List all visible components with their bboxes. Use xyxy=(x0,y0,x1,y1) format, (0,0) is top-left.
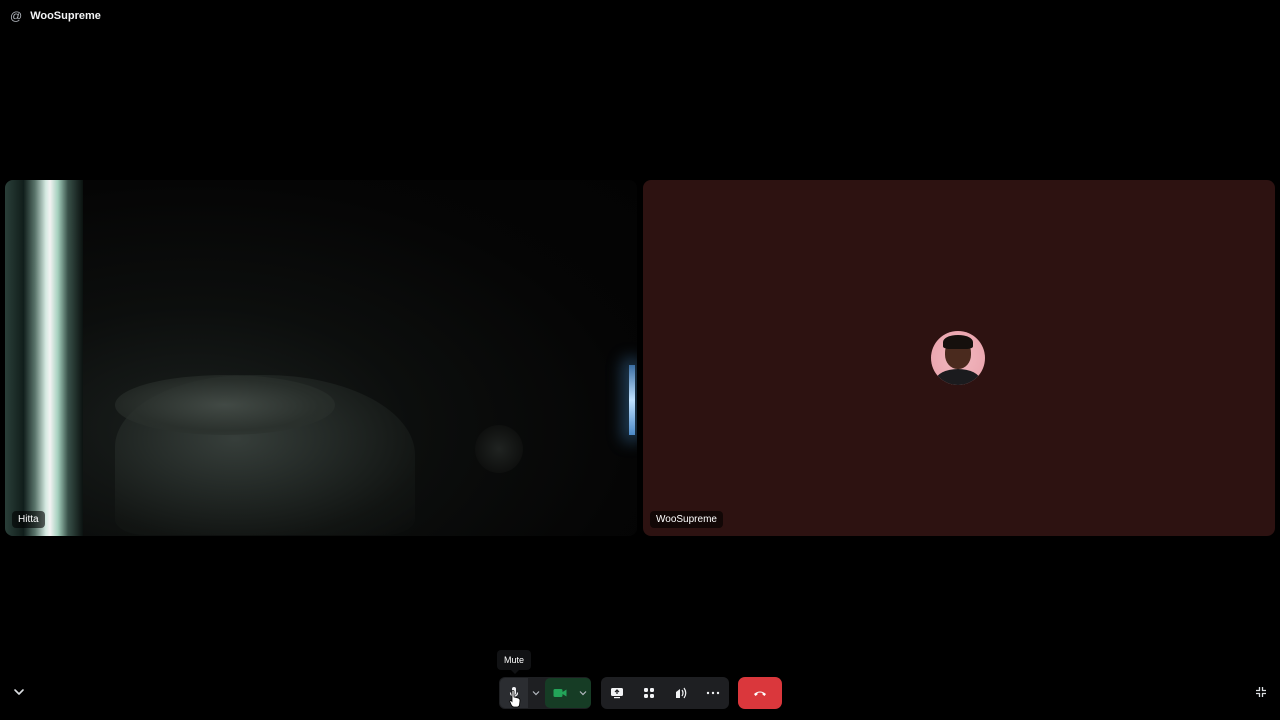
channel-name: WooSupreme xyxy=(30,10,101,22)
screen-share-icon xyxy=(610,687,624,699)
soundboard-icon xyxy=(674,686,688,700)
call-controls xyxy=(0,676,1280,710)
participant-name-tag: WooSupreme xyxy=(650,511,723,528)
video-feed-window-light xyxy=(23,180,83,536)
hang-up-icon xyxy=(753,689,767,697)
participant-name-tag: Hitta xyxy=(12,511,45,528)
video-settings-button[interactable] xyxy=(575,678,591,708)
video-feed-object xyxy=(475,425,523,473)
mute-tooltip: Mute xyxy=(497,650,532,674)
exit-fullscreen-icon[interactable] xyxy=(1253,684,1269,700)
video-camera-icon xyxy=(553,688,567,698)
activities-icon xyxy=(643,687,655,699)
more-icon xyxy=(706,691,720,695)
call-header: @ WooSupreme xyxy=(0,0,1280,32)
disconnect-button[interactable] xyxy=(738,677,782,709)
more-options-button[interactable] xyxy=(697,678,729,708)
avatar-hair xyxy=(943,335,973,349)
avatar-body xyxy=(936,369,980,385)
video-feed-window-edge xyxy=(5,180,25,536)
participant-tile-woosupreme[interactable]: WooSupreme xyxy=(643,180,1275,536)
soundboard-button[interactable] xyxy=(665,678,697,708)
screen-share-button[interactable] xyxy=(601,678,633,708)
chevron-down-icon xyxy=(579,690,587,696)
activities-button[interactable] xyxy=(633,678,665,708)
camera-button[interactable] xyxy=(545,678,575,708)
video-feed-pillow xyxy=(115,375,335,435)
video-feed-lamp xyxy=(629,365,635,435)
action-controls xyxy=(601,677,729,709)
at-icon: @ xyxy=(10,9,23,23)
call-window: @ WooSupreme Hitta WooSupreme Mute xyxy=(0,0,1280,720)
avatar xyxy=(931,331,985,385)
participant-tile-hitta[interactable]: Hitta xyxy=(5,180,637,536)
chevron-down-icon xyxy=(532,690,540,696)
mouse-cursor-icon xyxy=(509,690,521,708)
audio-settings-button[interactable] xyxy=(528,678,544,708)
